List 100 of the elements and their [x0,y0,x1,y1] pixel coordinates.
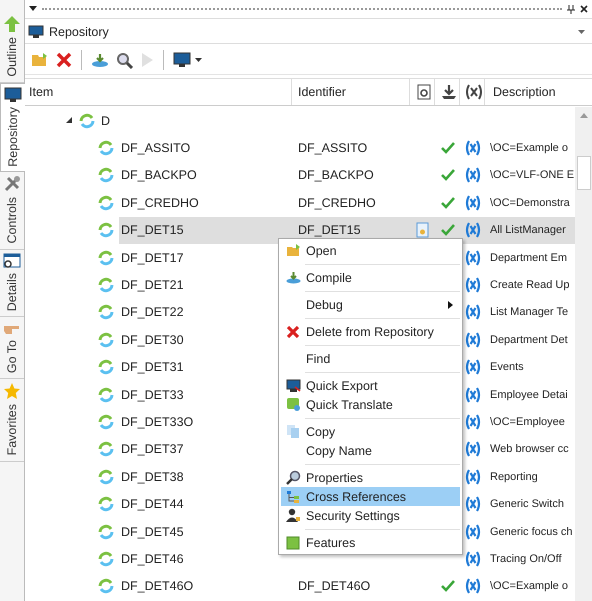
description-cell: Generic Switch [490,498,564,510]
description-cell: List Manager Te [490,306,568,318]
tree-row[interactable]: DF_BACKPO [119,162,292,190]
refresh-icon [98,468,114,485]
view-dropdown[interactable]: Repository [25,21,592,44]
tree-row[interactable]: DF_ASSITO [119,134,292,162]
item-name: DF_DET46O [121,579,194,594]
item-name: DF_DET45 [121,524,184,539]
item-name: DF_ASSITO [121,141,190,156]
refresh-icon [98,332,114,348]
refresh-icon [98,578,114,594]
description-cell: All ListManager [490,224,566,236]
description-cell: Employee Detai [490,388,568,401]
description-cell: Generic focus ch [490,526,573,538]
column-header[interactable]: Description [485,79,592,105]
folder-icon [286,244,300,257]
tree-row[interactable]: DF_DET46O [119,572,292,600]
sidebar-tab[interactable]: Favorites [0,379,24,462]
description-cell: \OC=Demonstra [490,196,570,209]
description-cell: \OC=Employee [490,416,565,428]
menu-item[interactable]: Open [281,241,460,260]
item-name: DF_DET30 [121,332,184,347]
menu-item[interactable]: Copy [281,422,460,441]
sidebar-tab[interactable]: Go To [0,317,24,380]
variable-icon [464,222,480,238]
variable-icon [464,304,480,320]
hierarchy-icon [286,490,300,504]
variable-icon [464,496,480,512]
refresh-icon [98,167,114,184]
arrow-up-icon [3,15,21,33]
star-icon [3,382,21,400]
download-icon[interactable] [441,84,457,100]
menu-item[interactable]: Debug [281,295,460,314]
refresh-icon [98,140,114,156]
sidebar-tab[interactable]: Controls [0,172,24,250]
variable-icon[interactable] [465,84,483,100]
monitor-icon [4,86,22,103]
item-name: DF_BACKPO [121,168,197,182]
window-icon [3,252,21,269]
close-icon[interactable] [580,5,588,13]
description-cell: Events [490,361,524,374]
tree-row[interactable]: DF_CREDHO [119,189,292,217]
pin-icon[interactable] [567,4,575,14]
sidebar-tab[interactable]: Outline [0,12,24,83]
variable-icon [464,578,480,594]
delete-icon [286,324,300,338]
variable-icon [464,441,480,458]
export-button[interactable] [171,50,205,70]
refresh-icon [98,386,114,403]
menu-item[interactable]: Quick Translate [281,395,460,414]
refresh-icon [98,414,114,430]
menu-item[interactable]: Properties [281,468,460,487]
menu-item[interactable]: Copy Name [281,441,460,460]
refresh-icon [98,250,114,266]
identifier-cell: DF_ASSITO [298,141,368,156]
gear-document-icon[interactable] [417,84,431,100]
variable-icon [464,194,480,211]
menu-item[interactable]: Security Settings [281,506,460,525]
scrollbar-thumb[interactable] [576,156,590,190]
identifier-cell: DF_DET15 [298,223,361,238]
description-cell: Create Read Up [490,279,570,292]
dropdown-icon[interactable] [29,6,37,12]
column-header[interactable]: Item [25,79,292,105]
variable-icon [464,167,480,184]
item-name: DF_DET33 [121,388,184,402]
copy-icon [286,424,300,439]
refresh-icon [98,304,114,320]
item-name: DF_DET21 [121,278,184,292]
person-icon [286,508,300,523]
tools-icon [3,175,21,194]
refresh-icon [98,496,114,512]
column-header[interactable]: Identifier [292,79,410,105]
menu-item[interactable]: Delete from Repository [281,322,460,341]
variable-icon [464,386,480,403]
sidebar-tab[interactable]: Repository [0,82,25,172]
monitor-icon [28,25,44,39]
collapse-icon[interactable] [66,117,73,124]
identifier-cell: DF_CREDHO [298,196,376,210]
item-name: DF_DET38 [121,470,184,484]
item-name: DF_DET22 [121,305,184,320]
translate-icon [286,397,300,412]
variable-icon [464,332,480,348]
menu-item[interactable]: Quick Export [281,376,460,395]
delete-button[interactable] [54,50,74,70]
tree-row[interactable]: DF_DET15 [119,216,292,244]
menu-item[interactable]: Find [281,349,460,368]
description-cell: Department Det [490,334,568,346]
menu-item[interactable]: Cross References [281,487,460,506]
item-name: DF_DET15 [121,223,184,238]
variable-icon [464,140,480,156]
description-cell: Department Em [490,252,568,264]
scrollbar[interactable] [575,107,592,601]
menu-item[interactable]: Compile [281,268,460,287]
identifier-cell: DF_DET46O [298,579,370,594]
refresh-icon [79,112,95,129]
refresh-icon [98,441,114,458]
sidebar-tab[interactable]: Details [0,250,24,318]
item-name: DF_DET17 [121,250,184,265]
variable-icon [464,277,480,294]
tree-item-label[interactable]: D [101,114,110,128]
